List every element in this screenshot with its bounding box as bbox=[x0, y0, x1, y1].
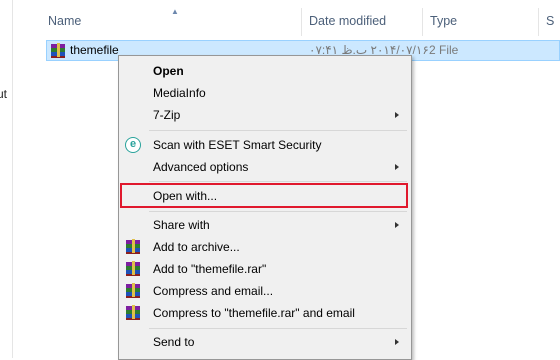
winrar-archive-icon bbox=[126, 239, 140, 255]
open-with-highlight-box bbox=[120, 183, 408, 208]
menu-separator bbox=[149, 130, 407, 131]
menu-item-mediainfo[interactable]: MediaInfo bbox=[119, 82, 411, 104]
menu-item-open[interactable]: Open bbox=[119, 60, 411, 82]
menu-item-label: Send to bbox=[153, 335, 195, 349]
column-header-type[interactable]: Type bbox=[430, 6, 457, 36]
submenu-arrow-icon bbox=[395, 112, 399, 118]
column-header-size[interactable]: S bbox=[546, 6, 554, 36]
column-divider[interactable] bbox=[538, 8, 539, 36]
navigation-pane: ut bbox=[0, 0, 13, 358]
navigation-pane-fragment: ut bbox=[0, 87, 8, 101]
column-divider[interactable] bbox=[301, 8, 302, 36]
menu-separator bbox=[149, 211, 407, 212]
menu-item-label: Scan with ESET Smart Security bbox=[153, 138, 322, 152]
menu-item-label: Open bbox=[153, 64, 184, 78]
winrar-archive-icon bbox=[126, 283, 140, 299]
file-type: 2 File bbox=[429, 43, 459, 57]
column-header-name[interactable]: Name bbox=[48, 6, 81, 36]
eset-icon: e bbox=[125, 137, 141, 153]
menu-item-label: MediaInfo bbox=[153, 86, 206, 100]
column-header-date-modified[interactable]: Date modified bbox=[309, 6, 386, 36]
menu-item-label: Compress to "themefile.rar" and email bbox=[153, 306, 355, 320]
column-header-row: ▲ Name Date modified Type S bbox=[38, 6, 560, 36]
winrar-archive-icon bbox=[51, 43, 65, 59]
menu-item-add-to-rar[interactable]: Add to "themefile.rar" bbox=[119, 258, 411, 280]
submenu-arrow-icon bbox=[395, 339, 399, 345]
menu-item-label: Share with bbox=[153, 218, 210, 232]
menu-item-share-with[interactable]: Share with bbox=[119, 214, 411, 236]
menu-separator bbox=[149, 181, 407, 182]
file-name: themefile bbox=[70, 43, 119, 57]
context-menu: Open MediaInfo 7-Zip e Scan with ESET Sm… bbox=[118, 55, 412, 360]
menu-item-label: Add to archive... bbox=[153, 240, 240, 254]
column-divider[interactable] bbox=[422, 8, 423, 36]
menu-item-label: 7-Zip bbox=[153, 108, 181, 122]
menu-separator bbox=[149, 328, 407, 329]
menu-item-7zip[interactable]: 7-Zip bbox=[119, 104, 411, 126]
menu-item-send-to[interactable]: Send to bbox=[119, 331, 411, 353]
submenu-arrow-icon bbox=[395, 164, 399, 170]
menu-item-label: Compress and email... bbox=[153, 284, 274, 298]
menu-item-advanced-options[interactable]: Advanced options bbox=[119, 156, 411, 178]
menu-item-label: Advanced options bbox=[153, 160, 249, 174]
winrar-archive-icon bbox=[126, 261, 140, 277]
sort-ascending-icon: ▲ bbox=[171, 7, 179, 16]
winrar-archive-icon bbox=[126, 305, 140, 321]
menu-item-label: Add to "themefile.rar" bbox=[153, 262, 267, 276]
menu-item-scan-eset[interactable]: e Scan with ESET Smart Security bbox=[119, 134, 411, 156]
menu-item-add-to-archive[interactable]: Add to archive... bbox=[119, 236, 411, 258]
submenu-arrow-icon bbox=[395, 222, 399, 228]
menu-item-compress-and-email[interactable]: Compress and email... bbox=[119, 280, 411, 302]
menu-item-compress-to-rar-and-email[interactable]: Compress to "themefile.rar" and email bbox=[119, 302, 411, 324]
